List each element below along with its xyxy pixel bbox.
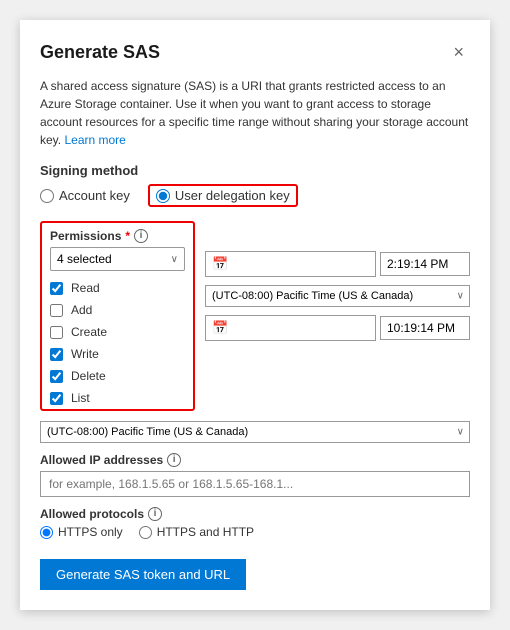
expiry-datetime-row: 📅 (205, 315, 470, 341)
start-time-input[interactable] (380, 252, 470, 276)
start-calendar-icon[interactable]: 📅 (212, 256, 228, 272)
allowed-ip-section: Allowed IP addresses i (40, 453, 470, 497)
perm-write-checkbox[interactable] (50, 348, 63, 361)
user-delegation-key-label: User delegation key (175, 188, 290, 203)
account-key-option[interactable]: Account key (40, 188, 130, 203)
user-delegation-key-radio[interactable] (156, 189, 170, 203)
description-text: A shared access signature (SAS) is a URI… (40, 77, 470, 149)
perm-read-checkbox[interactable] (50, 282, 63, 295)
bottom-timezone-row: (UTC-08:00) Pacific Time (US & Canada) (40, 421, 470, 443)
bottom-timezone-wrapper: (UTC-08:00) Pacific Time (US & Canada) (40, 421, 470, 443)
perm-list[interactable]: List (42, 387, 193, 409)
dropdown-chevron-icon: ∨ (171, 254, 178, 265)
expiry-date-input[interactable]: 📅 (205, 315, 376, 341)
perm-create-checkbox[interactable] (50, 326, 63, 339)
expiry-timezone-row: (UTC-08:00) Pacific Time (US & Canada) (205, 285, 470, 307)
generate-sas-dialog: Generate SAS × A shared access signature… (20, 20, 490, 610)
perm-add[interactable]: Add (42, 299, 193, 321)
dialog-title: Generate SAS (40, 42, 160, 63)
timezone-select[interactable]: (UTC-08:00) Pacific Time (US & Canada) (205, 285, 470, 307)
allowed-ip-info-icon: i (167, 453, 181, 467)
permissions-panel: Permissions * i 4 selected ∨ Read Add Cr… (40, 221, 195, 411)
allowed-protocols-label: Allowed protocols i (40, 507, 470, 521)
perm-delete[interactable]: Delete (42, 365, 193, 387)
permissions-dropdown[interactable]: 4 selected ∨ (50, 247, 185, 271)
start-datetime-row: 📅 (205, 251, 470, 277)
https-only-option[interactable]: HTTPS only (40, 525, 123, 539)
learn-more-link[interactable]: Learn more (64, 133, 125, 147)
account-key-radio[interactable] (40, 189, 54, 203)
expiry-time-input[interactable] (380, 316, 470, 340)
close-button[interactable]: × (447, 40, 470, 65)
timezone-wrapper: (UTC-08:00) Pacific Time (US & Canada) (205, 285, 470, 307)
main-content: Permissions * i 4 selected ∨ Read Add Cr… (40, 221, 470, 411)
perm-create[interactable]: Create (42, 321, 193, 343)
perm-read[interactable]: Read (42, 277, 193, 299)
signing-method-label: Signing method (40, 163, 470, 178)
expiry-calendar-icon[interactable]: 📅 (212, 320, 228, 336)
allowed-ip-input[interactable] (40, 471, 470, 497)
start-date-input[interactable]: 📅 (205, 251, 376, 277)
https-and-http-radio[interactable] (139, 526, 152, 539)
perm-delete-checkbox[interactable] (50, 370, 63, 383)
allowed-protocols-section: Allowed protocols i HTTPS only HTTPS and… (40, 507, 470, 539)
allowed-protocols-info-icon: i (148, 507, 162, 521)
perm-write[interactable]: Write (42, 343, 193, 365)
account-key-label: Account key (59, 188, 130, 203)
https-and-http-option[interactable]: HTTPS and HTTP (139, 525, 254, 539)
perm-list-checkbox[interactable] (50, 392, 63, 405)
user-delegation-key-option[interactable]: User delegation key (148, 184, 298, 207)
permissions-label: Permissions * i (42, 223, 193, 247)
protocols-row: HTTPS only HTTPS and HTTP (40, 525, 470, 539)
permissions-info-icon: i (134, 229, 148, 243)
bottom-timezone-select[interactable]: (UTC-08:00) Pacific Time (US & Canada) (40, 421, 470, 443)
signing-method-group: Account key User delegation key (40, 184, 470, 207)
allowed-ip-label: Allowed IP addresses i (40, 453, 470, 467)
dialog-header: Generate SAS × (40, 40, 470, 65)
right-panel: 📅 (UTC-08:00) Pacific Time (US & Canada)… (205, 221, 470, 411)
https-only-radio[interactable] (40, 526, 53, 539)
perm-add-checkbox[interactable] (50, 304, 63, 317)
generate-sas-button[interactable]: Generate SAS token and URL (40, 559, 246, 590)
